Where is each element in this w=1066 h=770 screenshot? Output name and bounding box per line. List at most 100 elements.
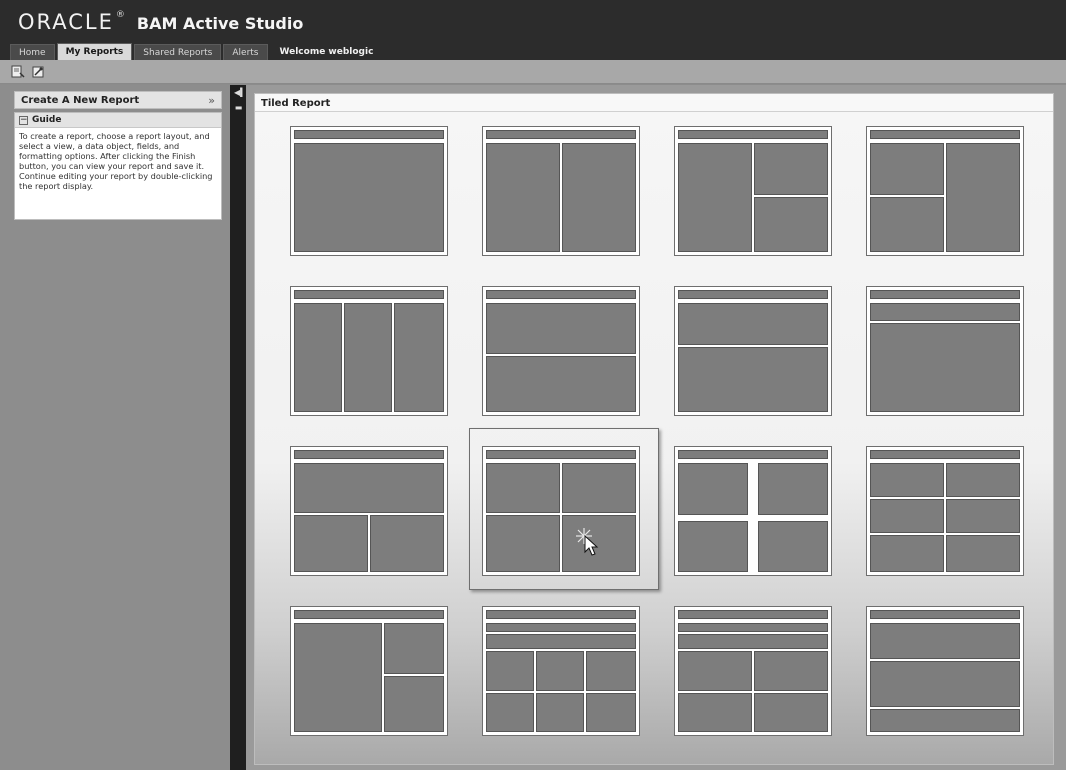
layout-cell	[486, 693, 534, 732]
app-header: ORACLE ® BAM Active Studio Home My Repor…	[0, 0, 1066, 60]
layout-option-single[interactable]	[290, 126, 448, 256]
layout-cell	[586, 693, 636, 732]
layout-header-bar	[486, 130, 636, 139]
layout-cell	[870, 143, 944, 195]
layout-option-top-small-bottom-large[interactable]	[674, 286, 832, 416]
layout-option-three-columns[interactable]	[290, 286, 448, 416]
layout-option-two-rows[interactable]	[482, 286, 640, 416]
left-panel: Create A New Report » − Guide To create …	[0, 85, 230, 770]
layout-header-bar	[678, 450, 828, 459]
layout-option-wide-left-split-right[interactable]	[290, 606, 448, 736]
layout-cell	[486, 651, 534, 691]
properties-icon[interactable]	[30, 64, 46, 80]
layout-cell	[678, 693, 752, 732]
main-panel: Tiled Report	[246, 85, 1066, 770]
panel-divider: ◀▍ ▬	[230, 85, 246, 770]
layout-cell	[486, 356, 636, 412]
layout-header-bar	[870, 130, 1020, 139]
main-tabs: Home My Reports Shared Reports Alerts We…	[10, 43, 373, 60]
layout-cell	[384, 676, 444, 732]
layout-cell	[946, 499, 1020, 533]
layout-cell	[294, 143, 444, 252]
layout-option-left-split-plus-right[interactable]	[866, 126, 1024, 256]
layout-cell	[754, 651, 828, 691]
layout-cell	[536, 693, 584, 732]
layout-header-bar	[486, 290, 636, 299]
layout-header-bar	[294, 450, 444, 459]
layout-cell	[946, 143, 1020, 252]
layout-cell	[562, 143, 636, 252]
layout-cell	[536, 651, 584, 691]
layout-header-bar	[870, 290, 1020, 299]
layout-option-banner-four-grid[interactable]	[674, 606, 832, 736]
expand-right-icon[interactable]: ▬	[234, 103, 243, 113]
guide-text: To create a report, choose a report layo…	[19, 131, 213, 191]
layout-cell	[486, 143, 560, 252]
layout-cell	[294, 463, 444, 513]
layout-cell	[946, 535, 1020, 572]
layout-header-bar	[294, 610, 444, 619]
layout-cell	[678, 463, 748, 515]
layout-header-bar	[294, 130, 444, 139]
create-new-report-header[interactable]: Create A New Report »	[14, 91, 222, 109]
layout-cell	[344, 303, 392, 412]
layout-header-bar	[486, 610, 636, 619]
layout-cell	[678, 347, 828, 412]
layout-option-banner-six-grid[interactable]	[482, 606, 640, 736]
collapse-left-icon[interactable]: ◀▍	[234, 88, 246, 98]
layout-option-two-columns[interactable]	[482, 126, 640, 256]
tab-alerts[interactable]: Alerts	[223, 44, 268, 60]
layout-cell	[870, 499, 944, 533]
layout-header-bar	[678, 130, 828, 139]
layout-cell	[370, 515, 444, 572]
brand-logo: ORACLE ® BAM Active Studio	[18, 10, 303, 36]
layout-cell	[294, 515, 368, 572]
layout-option-top-plus-two-bottom[interactable]	[290, 446, 448, 576]
new-report-icon[interactable]	[10, 64, 26, 80]
layout-header-bar	[678, 290, 828, 299]
layout-cell	[870, 463, 944, 497]
collapse-toggle-icon[interactable]: −	[19, 115, 28, 125]
app-title: BAM Active Studio	[136, 14, 304, 33]
layout-cell	[678, 651, 752, 691]
layout-cell	[754, 693, 828, 732]
layout-option-header-plus-body[interactable]	[866, 286, 1024, 416]
layout-cell	[758, 463, 828, 515]
layout-cell	[870, 323, 1020, 412]
layout-cell	[678, 143, 752, 252]
welcome-text: Welcome weblogic	[279, 47, 374, 57]
selected-layout-highlight	[469, 428, 659, 590]
layout-header-bar	[870, 610, 1020, 619]
tab-my-reports[interactable]: My Reports	[56, 43, 133, 60]
layout-cell	[754, 143, 828, 195]
layout-cell	[870, 661, 1020, 707]
layout-cell	[758, 521, 828, 572]
layout-cell	[294, 303, 342, 412]
layout-cell	[678, 634, 828, 649]
guide-title: Guide	[32, 115, 62, 125]
layout-cell	[294, 623, 382, 732]
layout-cell	[486, 634, 636, 649]
tab-shared-reports[interactable]: Shared Reports	[134, 44, 222, 60]
layout-option-three-rows[interactable]	[866, 606, 1024, 736]
layout-cell	[946, 463, 1020, 497]
layout-option-four-grid-spaced[interactable]	[674, 446, 832, 576]
tab-home[interactable]: Home	[10, 44, 55, 60]
layout-cell	[870, 197, 944, 252]
layout-header-bar	[870, 450, 1020, 459]
layout-option-left-plus-right-split[interactable]	[674, 126, 832, 256]
layout-cell	[586, 651, 636, 691]
guide-header[interactable]: − Guide	[15, 113, 221, 128]
layout-cell	[678, 303, 828, 345]
layout-cell	[870, 709, 1020, 732]
layout-cell	[870, 623, 1020, 659]
oracle-wordmark: ORACLE	[18, 10, 114, 34]
layout-cell	[486, 303, 636, 354]
toolbar	[0, 60, 1066, 84]
panel-title: Tiled Report	[255, 94, 1053, 112]
layout-cell	[754, 197, 828, 252]
layout-cell	[870, 535, 944, 572]
collapse-panel-icon[interactable]: »	[208, 94, 215, 107]
layout-cell	[678, 623, 828, 632]
layout-option-six-grid[interactable]	[866, 446, 1024, 576]
